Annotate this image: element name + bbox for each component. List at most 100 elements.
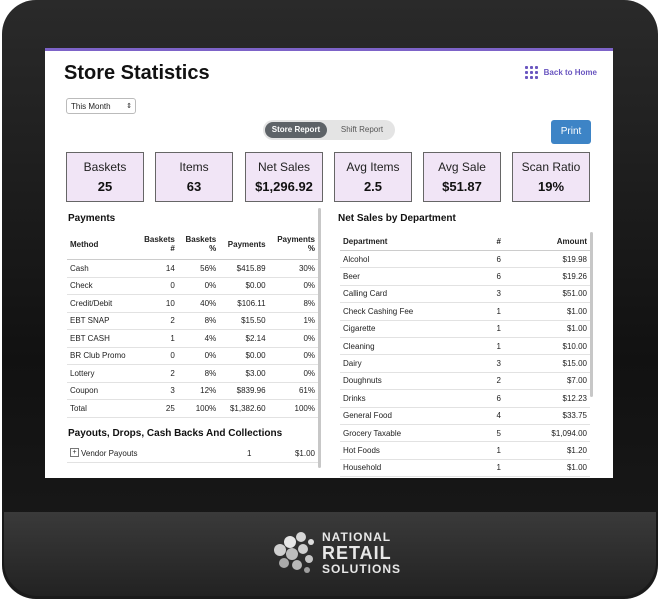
cell: $12.23 (508, 389, 590, 408)
cell: $33.75 (508, 407, 590, 425)
table-row: Beer 6 $19.26 (340, 267, 590, 286)
cell: 0 (136, 277, 178, 295)
table-row: BR Club Promo 0 0% $0.00 0% (67, 347, 318, 365)
cell: 10 (136, 294, 178, 313)
kpi-value: $51.87 (442, 179, 482, 194)
brand-line-3: SOLUTIONS (322, 562, 402, 576)
vendor-payouts-row[interactable]: + Vendor Payouts 1 $1.00 (67, 446, 318, 463)
cell: $1.00 (508, 459, 590, 478)
cell: 1 (488, 320, 509, 338)
store-report-tab[interactable]: Store Report (265, 122, 327, 138)
cell: $1,094.00 (508, 424, 590, 443)
table-row: Cleaning 1 $10.00 (340, 337, 590, 356)
brand-line-2: RETAIL (322, 543, 392, 563)
cell: $10.00 (508, 337, 590, 356)
cell: 0% (268, 347, 318, 365)
kpi-label: Scan Ratio (521, 160, 581, 174)
cell: 3 (136, 382, 178, 400)
cell: Beer (340, 267, 489, 286)
table-row: Check 0 0% $0.00 0% (67, 277, 318, 295)
cell: 2 (136, 364, 178, 383)
vendor-payouts-count: 1 (247, 449, 252, 458)
cell: $1,382.60 (219, 399, 269, 418)
shift-report-tab[interactable]: Shift Report (331, 122, 393, 138)
cell: $106.11 (219, 294, 269, 313)
cell: Grocery Taxable (340, 424, 489, 443)
updown-arrow-icon: ⇕ (126, 103, 132, 110)
cell: 12% (177, 382, 220, 400)
cell: 8% (268, 294, 318, 313)
brand-wordmark: NATIONAL RETAIL SOLUTIONS (322, 530, 401, 576)
col-baskets-pct: Baskets% (177, 229, 220, 260)
kpi-value: 2.5 (363, 179, 383, 194)
national-retail-solutions-logo: NATIONAL RETAIL SOLUTIONS (270, 528, 415, 578)
table-row: Dairy 3 $15.00 (340, 354, 590, 373)
department-scrollbar[interactable] (590, 232, 593, 397)
cell: 0% (177, 347, 220, 365)
cell: 1 (488, 459, 509, 478)
cell: BR Club Promo (67, 347, 137, 365)
cell: Calling Card (340, 285, 489, 304)
grid-icon (524, 66, 538, 79)
table-row: Alcohol 6 $19.98 (340, 250, 590, 269)
kpi-label: Avg Items (346, 160, 400, 174)
cell: $0.00 (219, 277, 269, 295)
cell: 30% (268, 259, 318, 278)
cell: 100% (177, 399, 220, 418)
table-row: Coupon 3 12% $839.96 61% (67, 382, 318, 400)
cell: 0% (177, 277, 220, 295)
col-payments-pct: Payments% (268, 229, 318, 260)
cell: 56% (177, 259, 220, 278)
kpi-label: Baskets (83, 160, 127, 174)
cell: EBT SNAP (67, 312, 137, 330)
cell: $19.26 (508, 267, 590, 286)
payments-scrollbar[interactable] (318, 208, 321, 468)
cell: 4% (177, 329, 220, 348)
cell: 1 (488, 337, 509, 356)
cell: 1 (136, 329, 178, 348)
cell: 100% (268, 399, 318, 418)
back-to-home-link[interactable]: Back to Home (524, 66, 597, 79)
payouts-title: Payouts, Drops, Cash Backs And Collectio… (68, 428, 283, 439)
cell: Check (67, 277, 137, 295)
kpi-items: Items 63 (155, 152, 233, 202)
col-count: # (488, 232, 509, 251)
cell: $1.00 (508, 320, 590, 338)
report-toggle: Store Report Shift Report (263, 120, 395, 140)
cell: $2.14 (219, 329, 269, 348)
vendor-payouts-label: Vendor Payouts (81, 449, 138, 458)
kpi-label: Items (179, 160, 209, 174)
vendor-payouts-amount: $1.00 (294, 449, 315, 458)
brand-mark-icon (274, 532, 314, 573)
kpi-value: 19% (537, 179, 565, 194)
department-header-row: Department # Amount (340, 232, 590, 251)
period-select[interactable]: This Month ⇕ (66, 98, 136, 114)
cell: 3 (488, 285, 509, 304)
cell: Coupon (67, 382, 137, 400)
cell: Credit/Debit (67, 294, 137, 313)
page-title: Store Statistics (64, 62, 210, 84)
cell: Doughnuts (340, 372, 489, 391)
expand-icon[interactable]: + (70, 448, 79, 457)
cell: Cigarette (340, 320, 489, 338)
kpi-label: Avg Sale (438, 160, 486, 174)
cell: $839.96 (219, 382, 269, 400)
cell: 2 (488, 372, 509, 391)
cell: $7.00 (508, 372, 590, 391)
col-payments: Payments (219, 229, 269, 260)
cell: 1 (488, 302, 509, 321)
back-to-home-label: Back to Home (543, 68, 597, 77)
table-row: Credit/Debit 10 40% $106.11 8% (67, 294, 318, 313)
cell: Cleaning (340, 337, 489, 356)
cell: 25 (136, 399, 178, 418)
kpi-label: Net Sales (257, 160, 311, 174)
kpi-net-sales: Net Sales $1,296.92 (245, 152, 323, 202)
print-button[interactable]: Print (551, 120, 591, 144)
cell: Alcohol (340, 250, 489, 269)
cell: 0% (268, 277, 318, 295)
cell: 6 (488, 389, 509, 408)
kpi-scan-ratio: Scan Ratio 19% (512, 152, 590, 202)
cell: 1% (268, 312, 318, 330)
top-accent-line (45, 48, 613, 51)
cell: 0% (268, 329, 318, 348)
